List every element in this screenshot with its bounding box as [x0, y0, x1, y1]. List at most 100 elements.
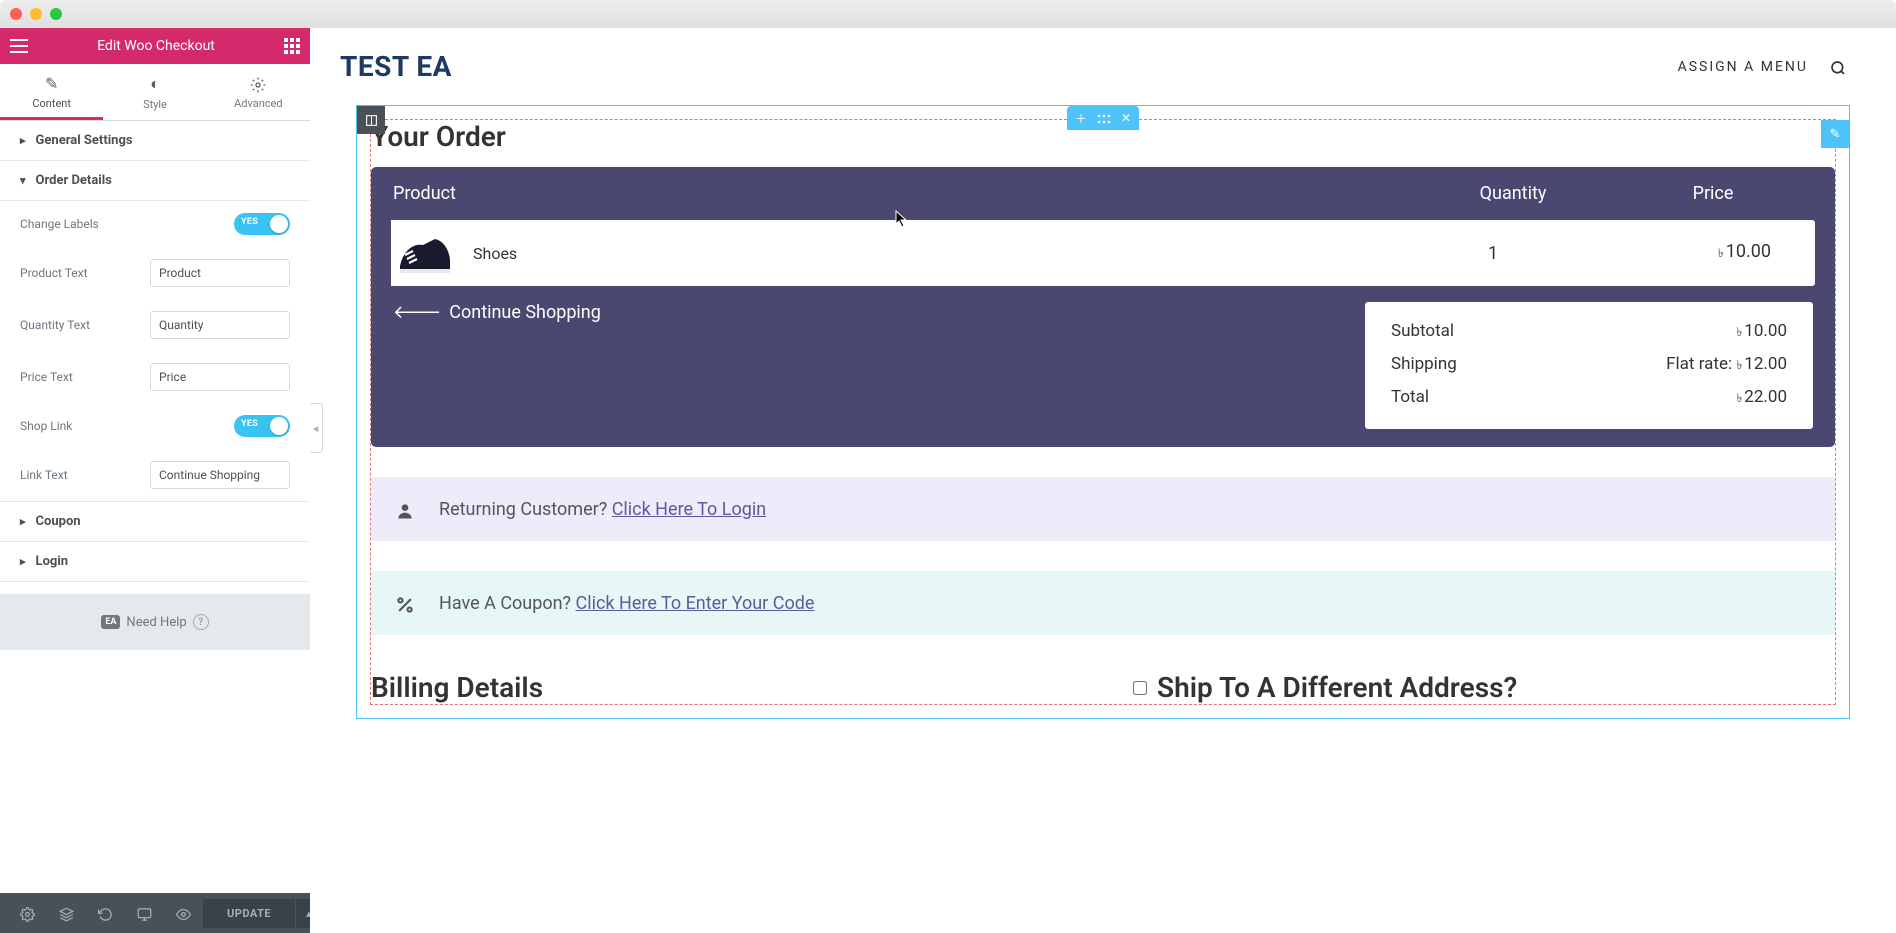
control-price-text: Price Text — [20, 351, 290, 403]
close-section-icon[interactable]: ✕ — [1121, 111, 1131, 125]
toggle-value: YES — [241, 217, 258, 227]
control-shop-link: Shop Link YES — [20, 403, 290, 449]
search-icon[interactable] — [1830, 57, 1846, 76]
responsive-icon[interactable] — [125, 904, 164, 922]
collapse-sidebar-handle[interactable]: ◂ — [310, 403, 323, 453]
continue-shopping-link[interactable]: 🡐 Continue Shopping — [393, 302, 601, 323]
need-help[interactable]: EA Need Help ? — [0, 594, 310, 650]
section-coupon[interactable]: ▸ Coupon — [0, 501, 310, 542]
section-label: Coupon — [36, 514, 81, 529]
toggle-value: YES — [241, 419, 258, 429]
assign-menu-link[interactable]: ASSIGN A MENU — [1678, 59, 1808, 75]
tab-label: Style — [143, 98, 167, 111]
caret-right-icon: ▸ — [20, 515, 26, 528]
product-text-input[interactable] — [150, 259, 290, 287]
menu-icon[interactable] — [10, 38, 28, 54]
total-value: ৳22.00 — [1736, 387, 1787, 410]
ship-different-address: Ship To A Different Address? — [1133, 671, 1835, 704]
control-change-labels: Change Labels YES — [20, 201, 290, 247]
ea-badge: EA — [101, 615, 120, 629]
section-toolbar: ＋ ✕ — [1067, 106, 1139, 130]
total-row: Total ৳22.00 — [1391, 382, 1787, 415]
site-nav: ASSIGN A MENU — [1678, 57, 1846, 76]
quantity-cell: 1 — [1393, 243, 1593, 264]
toggle-knob — [270, 417, 288, 435]
preview-icon[interactable] — [164, 904, 203, 922]
caret-right-icon: ▸ — [20, 134, 26, 147]
caret-down-icon: ▾ — [20, 174, 26, 187]
update-button[interactable]: UPDATE — [203, 899, 295, 928]
product-image — [391, 220, 459, 286]
traffic-lights — [10, 8, 62, 20]
user-icon — [395, 497, 415, 521]
link-text-input[interactable] — [150, 461, 290, 489]
control-label: Price Text — [20, 370, 150, 384]
price-cell: ৳10.00 — [1593, 241, 1793, 265]
subtotal-label: Subtotal — [1391, 321, 1454, 344]
panel-title: Edit Woo Checkout — [28, 38, 284, 54]
continue-label: Continue Shopping — [449, 302, 601, 323]
toggle-change-labels[interactable]: YES — [234, 213, 290, 235]
total-label: Total — [1391, 387, 1429, 410]
section-order-details-body: Change Labels YES Product Text Quantity … — [0, 201, 310, 501]
billing-title: Billing Details — [371, 671, 1073, 704]
control-label: Change Labels — [20, 217, 234, 231]
control-quantity-text: Quantity Text — [20, 299, 290, 351]
shipping-value: Flat rate: ৳12.00 — [1666, 354, 1787, 377]
billing-row: Billing Details Ship To A Different Addr… — [371, 671, 1835, 704]
order-box: Product Quantity Price Shoes 1 — [371, 167, 1835, 447]
section-login[interactable]: ▸ Login — [0, 542, 310, 582]
section-general-settings[interactable]: ▸ General Settings — [0, 121, 310, 161]
product-name: Shoes — [473, 244, 517, 263]
price-text-input[interactable] — [150, 363, 290, 391]
settings-icon[interactable] — [8, 904, 47, 922]
editor-sidebar: Edit Woo Checkout ✎ Content ◐ Style Adva… — [0, 28, 310, 933]
tab-label: Advanced — [234, 97, 282, 110]
help-icon: ? — [193, 614, 209, 630]
control-label: Product Text — [20, 266, 150, 280]
sidebar-header: Edit Woo Checkout — [0, 28, 310, 64]
quantity-text-input[interactable] — [150, 311, 290, 339]
order-footer-row: 🡐 Continue Shopping Subtotal ৳10.00 Ship… — [371, 286, 1835, 433]
mouse-cursor — [895, 210, 909, 228]
subtotal-row: Subtotal ৳10.00 — [1391, 316, 1787, 349]
product-cell: Shoes — [391, 220, 1393, 286]
tab-content[interactable]: ✎ Content — [0, 64, 103, 120]
price-value: 10.00 — [1726, 241, 1771, 262]
toggle-shop-link[interactable]: YES — [234, 415, 290, 437]
tab-advanced[interactable]: Advanced — [207, 64, 310, 120]
toggle-knob — [270, 215, 288, 233]
login-link[interactable]: Click Here To Login — [612, 499, 766, 520]
drag-handle-icon[interactable] — [1097, 111, 1111, 125]
control-label: Shop Link — [20, 419, 234, 433]
close-window-button[interactable] — [10, 8, 22, 20]
window-chrome — [0, 0, 1896, 28]
widget-container: Your Order Product Quantity Price Shoes — [370, 119, 1836, 705]
preview-area: ◂ TEST EA ASSIGN A MENU ＋ ✕ ✎ — [310, 28, 1896, 933]
history-icon[interactable] — [86, 904, 125, 922]
column-handle[interactable] — [357, 106, 385, 134]
currency-symbol: ৳ — [1718, 246, 1724, 260]
elementor-section[interactable]: ＋ ✕ ✎ Your Order Product Quantity Price — [356, 105, 1850, 719]
caret-right-icon: ▸ — [20, 555, 26, 568]
coupon-link[interactable]: Click Here To Enter Your Code — [576, 593, 815, 614]
shipping-row: Shipping Flat rate: ৳12.00 — [1391, 349, 1787, 382]
order-row: Shoes 1 ৳10.00 — [391, 220, 1815, 286]
panel-tabs: ✎ Content ◐ Style Advanced — [0, 64, 310, 121]
control-label: Quantity Text — [20, 318, 150, 332]
minimize-window-button[interactable] — [30, 8, 42, 20]
maximize-window-button[interactable] — [50, 8, 62, 20]
section-label: General Settings — [36, 133, 133, 148]
ship-different-checkbox[interactable] — [1133, 681, 1147, 695]
add-section-icon[interactable]: ＋ — [1075, 110, 1087, 127]
subtotal-value: ৳10.00 — [1736, 321, 1787, 344]
navigator-icon[interactable] — [47, 904, 86, 922]
apps-icon[interactable] — [284, 38, 300, 54]
header-quantity: Quantity — [1413, 183, 1613, 204]
edit-widget-button[interactable]: ✎ — [1821, 120, 1849, 148]
shipping-label: Shipping — [1391, 354, 1457, 377]
arrow-left-icon: 🡐 — [393, 302, 441, 323]
section-order-details[interactable]: ▾ Order Details — [0, 161, 310, 201]
ship-different-label: Ship To A Different Address? — [1157, 671, 1517, 704]
tab-style[interactable]: ◐ Style — [103, 64, 206, 120]
